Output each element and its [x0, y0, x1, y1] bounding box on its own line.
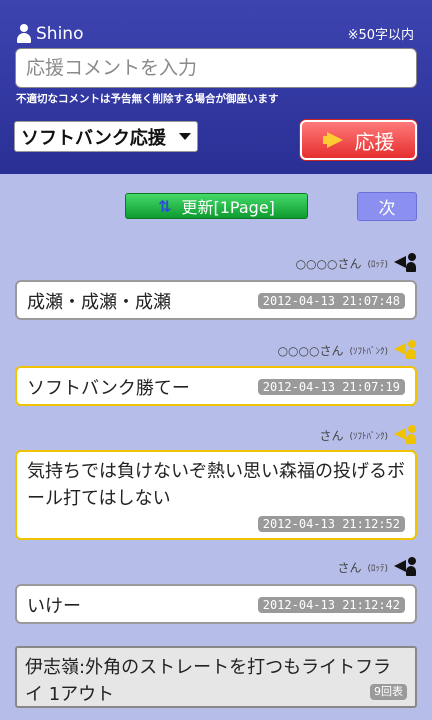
- cheer-button[interactable]: 応援: [300, 120, 417, 160]
- comment-meta: さん (ｿﾌﾄﾊﾞﾝｸ): [319, 425, 416, 445]
- inning-badge: 9回表: [370, 684, 407, 700]
- comment-team: (ﾛｯﾃ): [367, 563, 388, 574]
- comment-meta: ○○○○さん (ﾛｯﾃ): [296, 253, 416, 273]
- comment-user: ○○○○さん: [295, 256, 362, 271]
- comment-team: (ﾛｯﾃ): [367, 259, 388, 270]
- cheer-button-label: 応援: [354, 129, 395, 154]
- team-select-value: ソフトバンク応援: [21, 127, 166, 149]
- cheer-flag-icon: [394, 253, 416, 273]
- play-text: 伊志嶺:外角のストレートを打つもライトフライ 1アウト: [25, 657, 392, 705]
- comment-user: ○○○○さん: [277, 343, 344, 358]
- char-limit-note: ※50字以内: [347, 28, 414, 43]
- comment-user: さん: [337, 560, 362, 575]
- user-info: Shino: [16, 24, 83, 44]
- megaphone-icon: [322, 131, 345, 149]
- comment-meta: ○○○○さん (ｿﾌﾄﾊﾞﾝｸ): [278, 340, 416, 360]
- next-page-button[interactable]: 次: [357, 192, 417, 221]
- comment-timestamp: 2012-04-13 21:12:52: [257, 516, 405, 532]
- cheer-flag-icon: [394, 340, 416, 360]
- refresh-button-label: 更新[1Page]: [181, 198, 275, 217]
- comment-meta: さん (ﾛｯﾃ): [337, 557, 416, 577]
- comment-team: (ｿﾌﾄﾊﾞﾝｸ): [349, 346, 388, 357]
- comment-card: ソフトバンク勝てー 2012-04-13 21:07:19: [15, 366, 417, 406]
- comment-input[interactable]: [15, 48, 417, 88]
- cheer-flag-icon: [394, 425, 416, 445]
- comment-timestamp: 2012-04-13 21:07:19: [257, 379, 405, 395]
- comment-card: 成瀬・成瀬・成瀬 2012-04-13 21:07:48: [15, 280, 417, 320]
- refresh-button[interactable]: ⇅ 更新[1Page]: [125, 193, 308, 219]
- comment-text: 成瀬・成瀬・成瀬: [27, 292, 171, 313]
- comment-text: ソフトバンク勝てー: [27, 378, 190, 399]
- comment-text: いけー: [27, 596, 81, 617]
- comment-timestamp: 2012-04-13 21:07:48: [257, 293, 405, 309]
- comment-card: 気持ちでは負けないぞ熱い思い森福の投げるボール打てはしない 2012-04-13…: [15, 450, 417, 540]
- comment-team: (ｿﾌﾄﾊﾞﾝｸ): [349, 431, 388, 442]
- user-icon: [16, 24, 32, 44]
- comment-warning: 不適切なコメントは予告無く削除する場合が御座います: [16, 93, 279, 105]
- team-select[interactable]: ソフトバンク応援: [14, 121, 198, 152]
- refresh-icon: ⇅: [158, 196, 172, 216]
- username: Shino: [36, 24, 84, 44]
- play-by-play-card: 伊志嶺:外角のストレートを打つもライトフライ 1アウト 9回表: [15, 646, 417, 708]
- comment-text: 気持ちでは負けないぞ熱い思い森福の投げるボール打てはしない: [27, 461, 405, 509]
- cheer-flag-icon: [394, 557, 416, 577]
- comment-card: いけー 2012-04-13 21:12:42: [15, 584, 417, 624]
- comment-timestamp: 2012-04-13 21:12:42: [257, 597, 405, 613]
- comment-user: さん: [319, 428, 344, 443]
- chevron-down-icon: [179, 133, 191, 140]
